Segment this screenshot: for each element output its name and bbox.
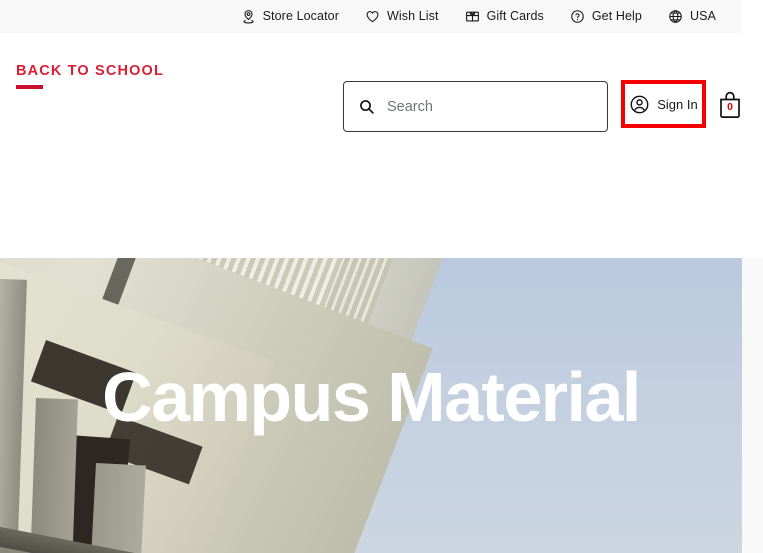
utility-item-get-help[interactable]: Get Help xyxy=(570,9,642,24)
heart-icon xyxy=(365,9,380,24)
utility-item-label: Get Help xyxy=(591,9,642,24)
search-icon xyxy=(358,98,375,115)
search-box[interactable] xyxy=(343,81,608,132)
utility-item-wish-list[interactable]: Wish List xyxy=(365,9,439,24)
brand-logo[interactable]: BACK TO SCHOOL xyxy=(16,64,164,89)
shopping-bag-icon xyxy=(720,91,740,118)
hero-banner[interactable]: Campus Material xyxy=(0,258,742,553)
brand-underline-bar xyxy=(16,84,43,89)
brand-logo-text: BACK TO SCHOOL xyxy=(16,63,164,79)
utility-item-label: Wish List xyxy=(386,9,439,24)
utility-item-store-locator[interactable]: Store Locator xyxy=(241,9,339,24)
hero-building-column-mid xyxy=(29,398,78,553)
globe-icon xyxy=(668,9,683,24)
search-input[interactable] xyxy=(387,82,593,131)
page-root: Store Locator Wish List Gift Cards Get H… xyxy=(0,0,763,553)
gift-card-icon xyxy=(465,9,480,24)
cart-button[interactable]: 0 xyxy=(717,89,743,119)
utility-item-label: Store Locator xyxy=(262,9,339,24)
account-circle-icon xyxy=(629,94,650,115)
sign-in-label: Sign In xyxy=(657,96,698,112)
scrollbar-track-top-white xyxy=(742,0,763,258)
utility-item-label: USA xyxy=(689,9,716,24)
hero-background-photo xyxy=(0,258,742,553)
utility-item-gift-cards[interactable]: Gift Cards xyxy=(465,9,544,24)
utility-item-region-usa[interactable]: USA xyxy=(668,9,716,24)
sign-in-button[interactable]: Sign In xyxy=(621,80,706,128)
question-circle-icon xyxy=(570,9,585,24)
store-locator-pin-icon xyxy=(241,9,256,24)
main-header: BACK TO SCHOOL Sign In xyxy=(0,33,742,140)
utility-item-label: Gift Cards xyxy=(486,9,544,24)
utility-bar: Store Locator Wish List Gift Cards Get H… xyxy=(0,0,742,33)
hero-building-column-right xyxy=(89,463,146,553)
